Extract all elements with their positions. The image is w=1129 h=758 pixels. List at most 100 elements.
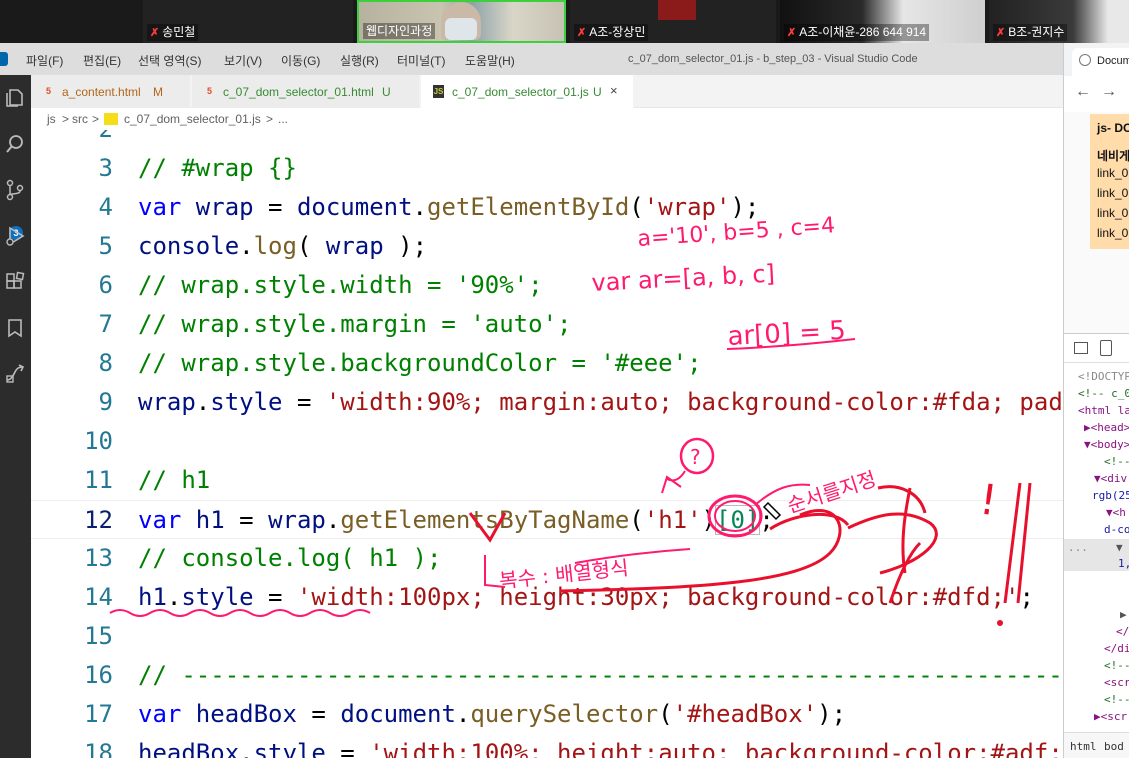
line-number: 16 <box>84 661 113 689</box>
breadcrumb-src[interactable]: src <box>72 112 88 126</box>
inspect-icon[interactable] <box>1074 342 1088 354</box>
nav-link[interactable]: link_0 <box>1097 186 1128 200</box>
breadcrumb-file[interactable]: c_07_dom_selector_01.js <box>124 112 261 126</box>
participant-tile[interactable]: ✗ B조-권지수 <box>989 0 1129 43</box>
code-line: 16 // ----------------------------------… <box>31 656 1063 695</box>
tab-c-07-dom-selector-01-js[interactable]: JS c_07_dom_selector_01.js U × <box>421 75 634 108</box>
code-text: // wrap.style.backgroundColor = '#eee'; <box>138 349 702 377</box>
menu-run[interactable]: 실행(R) <box>340 52 379 69</box>
dom-node[interactable]: ▼ <box>1116 541 1123 554</box>
line-number: 2 <box>71 130 113 149</box>
dom-node[interactable]: </ <box>1116 625 1129 638</box>
line-number: 15 <box>84 622 113 650</box>
forward-arrow-icon[interactable]: → <box>1101 83 1117 101</box>
close-tab-icon[interactable]: × <box>610 83 618 98</box>
line-number: 3 <box>98 154 113 182</box>
activity-bar: 3 <box>0 75 31 758</box>
code-text: console.log( wrap ); <box>138 232 428 260</box>
js-file-icon <box>104 113 118 125</box>
code-line: 5 console.log( wrap ); <box>31 227 1063 266</box>
code-line: 10 <box>31 422 1063 461</box>
code-text: // h1 <box>138 466 211 494</box>
devtools-crumb[interactable]: html <box>1070 740 1097 753</box>
menu-edit[interactable]: 편집(E) <box>83 52 121 69</box>
participant-tile[interactable]: ✗ A조-장상민 <box>570 0 776 43</box>
dom-node[interactable]: <scr <box>1104 676 1129 689</box>
dom-node[interactable]: <!-- c_0 <box>1078 387 1129 400</box>
bookmark-icon[interactable] <box>4 317 26 339</box>
code-line: 18 headBox.style = 'width:100%; height:a… <box>31 734 1063 758</box>
mic-muted-icon: ✗ <box>150 27 160 39</box>
devtools-crumb[interactable]: bod <box>1104 740 1124 753</box>
dom-node[interactable]: <html la <box>1078 404 1129 417</box>
code-text: headBox.style = 'width:100%; height:auto… <box>138 739 1063 758</box>
menu-view[interactable]: 보기(V) <box>224 52 262 69</box>
breadcrumb-js[interactable]: js <box>47 112 56 126</box>
dom-node[interactable]: rgb(25 <box>1092 489 1129 502</box>
breadcrumb-symbol[interactable]: ... <box>278 112 288 126</box>
menu-file[interactable]: 파일(F) <box>26 52 63 69</box>
browser-page: js- DO 네비게 link_0 link_0 link_0 link_0 <box>1064 112 1129 357</box>
code-text: // #wrap {} <box>138 154 297 182</box>
line-number: 5 <box>98 232 113 260</box>
extensions-icon[interactable] <box>4 271 26 293</box>
menu-terminal[interactable]: 터미널(T) <box>397 52 445 69</box>
run-debug-icon[interactable] <box>4 225 26 247</box>
nav-link[interactable]: link_0 <box>1097 166 1128 180</box>
dom-node[interactable]: <!DOCTYP <box>1078 370 1129 383</box>
menu-help[interactable]: 도움말(H) <box>465 52 515 69</box>
device-toolbar-icon[interactable] <box>1100 340 1112 356</box>
participant-name: 웹디자인과정 <box>366 24 433 38</box>
line-number: 11 <box>84 466 113 494</box>
dom-node[interactable]: ▼<div <box>1094 472 1127 485</box>
tab-status-untracked: U <box>382 85 391 99</box>
dom-node[interactable]: ▶ <box>1120 608 1127 621</box>
code-line: 6 // wrap.style.width = '90%'; <box>31 266 1063 305</box>
globe-icon <box>1079 54 1091 66</box>
code-line: 17 var headBox = document.querySelector(… <box>31 695 1063 734</box>
dom-node[interactable]: </di <box>1104 642 1129 655</box>
participant-tile[interactable]: ✗ A조-이채윤-286 644 914 <box>780 0 985 43</box>
nav-link[interactable]: link_0 <box>1097 206 1128 220</box>
breadcrumb: js > src > c_07_dom_selector_01.js > ... <box>31 108 1063 130</box>
html-file-icon: 5 <box>45 86 51 96</box>
code-editor[interactable]: 2 3 // #wrap {} 4 var wrap = document.ge… <box>31 130 1063 758</box>
html-file-icon: 5 <box>206 86 212 96</box>
participant-name: A조-장상민 <box>589 25 646 39</box>
participant-name: 송민철 <box>162 25 196 39</box>
tab-c-07-dom-selector-01-html[interactable]: 5 c_07_dom_selector_01.html U <box>192 75 420 108</box>
dom-node[interactable]: ▶<scr <box>1094 710 1127 723</box>
tab-filename: c_07_dom_selector_01.html <box>223 85 374 99</box>
participant-tile-active[interactable]: 웹디자인과정 <box>357 0 566 43</box>
ellipsis-icon: ... <box>1068 541 1088 554</box>
mic-muted-icon: ✗ <box>577 27 587 39</box>
dom-node[interactable]: d-co <box>1104 523 1129 536</box>
source-control-icon[interactable] <box>4 179 26 201</box>
code-line: 13 // console.log( h1 ); <box>31 539 1063 578</box>
code-text: // wrap.style.width = '90%'; <box>138 271 543 299</box>
dom-node[interactable]: ▼<body> <box>1084 438 1129 451</box>
dom-node[interactable]: <!-- <box>1104 455 1129 468</box>
search-icon[interactable] <box>4 133 26 155</box>
dom-node[interactable]: <!-- <box>1104 693 1129 706</box>
nav-link[interactable]: link_0 <box>1097 226 1128 240</box>
code-line: 11 // h1 <box>31 461 1063 500</box>
back-arrow-icon[interactable]: ← <box>1075 83 1091 101</box>
dom-node[interactable]: ▶<head> <box>1084 421 1129 434</box>
dom-node[interactable]: <!-- <box>1104 659 1129 672</box>
remote-explorer-icon[interactable] <box>4 363 26 385</box>
explorer-icon[interactable] <box>4 87 26 109</box>
menu-go[interactable]: 이동(G) <box>281 52 320 69</box>
tab-filename: a_content.html <box>62 85 141 99</box>
face-mask <box>445 18 477 40</box>
menu-selection[interactable]: 선택 영역(S) <box>138 52 202 69</box>
tab-a-content-html[interactable]: 5 a_content.html M <box>31 75 191 108</box>
code-line: 7 // wrap.style.margin = 'auto'; <box>31 305 1063 344</box>
line-number: 17 <box>84 700 113 728</box>
dom-node[interactable]: 1, <box>1118 557 1129 570</box>
browser-tab-title: Docum <box>1097 55 1129 67</box>
dom-node[interactable]: ▼<h <box>1106 506 1126 519</box>
browser-tab[interactable]: Docum <box>1072 48 1129 76</box>
participant-tile[interactable]: ✗ 송민철 <box>143 0 353 43</box>
devtools-breadcrumb: html bod <box>1064 732 1129 758</box>
